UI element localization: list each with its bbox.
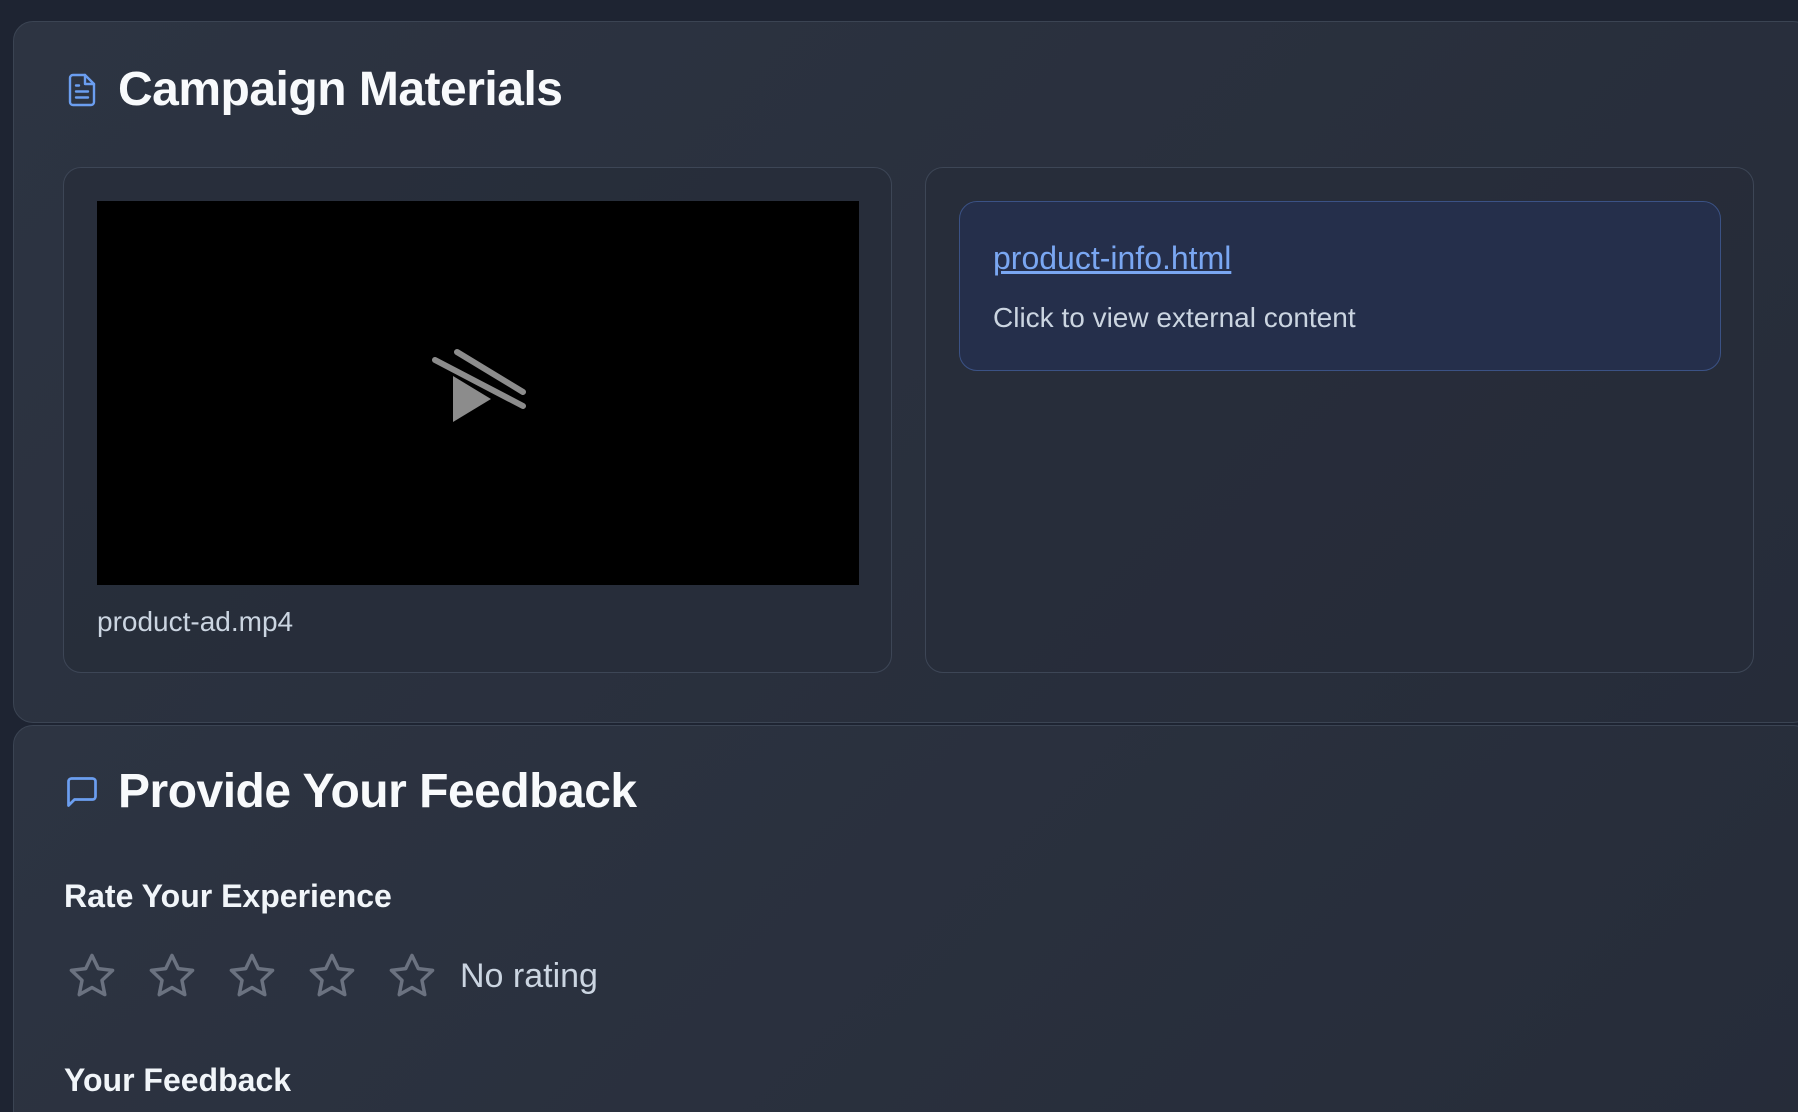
video-filename: product-ad.mp4 — [97, 606, 294, 637]
materials-header: Campaign Materials — [64, 63, 563, 116]
external-link[interactable]: product-info.html — [993, 240, 1231, 277]
external-link-card: product-info.html Click to view external… — [925, 167, 1754, 673]
star-1-icon[interactable] — [66, 950, 118, 1002]
page: Campaign Materials product-ad.mp4 produc… — [0, 0, 1798, 1112]
external-link-box[interactable]: product-info.html Click to view external… — [959, 201, 1721, 371]
materials-title: Campaign Materials — [118, 63, 563, 116]
rating-label: Rate Your Experience — [64, 878, 392, 914]
feedback-card: Provide Your Feedback Rate Your Experien… — [13, 725, 1798, 1112]
message-icon — [67, 777, 97, 807]
feedback-textarea-label: Your Feedback — [64, 1062, 292, 1098]
star-rating: No rating — [64, 950, 598, 1002]
external-link-description: Click to view external content — [993, 302, 1356, 333]
star-4-icon[interactable] — [306, 950, 358, 1002]
document-icon — [68, 73, 96, 107]
feedback-title: Provide Your Feedback — [118, 765, 637, 818]
campaign-materials-card: Campaign Materials product-ad.mp4 produc… — [13, 21, 1798, 723]
star-5-icon[interactable] — [386, 950, 438, 1002]
rating-status-text: No rating — [460, 956, 598, 995]
video-unavailable-icon — [432, 349, 526, 422]
feedback-header: Provide Your Feedback — [64, 768, 637, 816]
star-2-icon[interactable] — [146, 950, 198, 1002]
video-player[interactable] — [97, 201, 859, 585]
star-3-icon[interactable] — [226, 950, 278, 1002]
video-card: product-ad.mp4 — [63, 167, 892, 673]
